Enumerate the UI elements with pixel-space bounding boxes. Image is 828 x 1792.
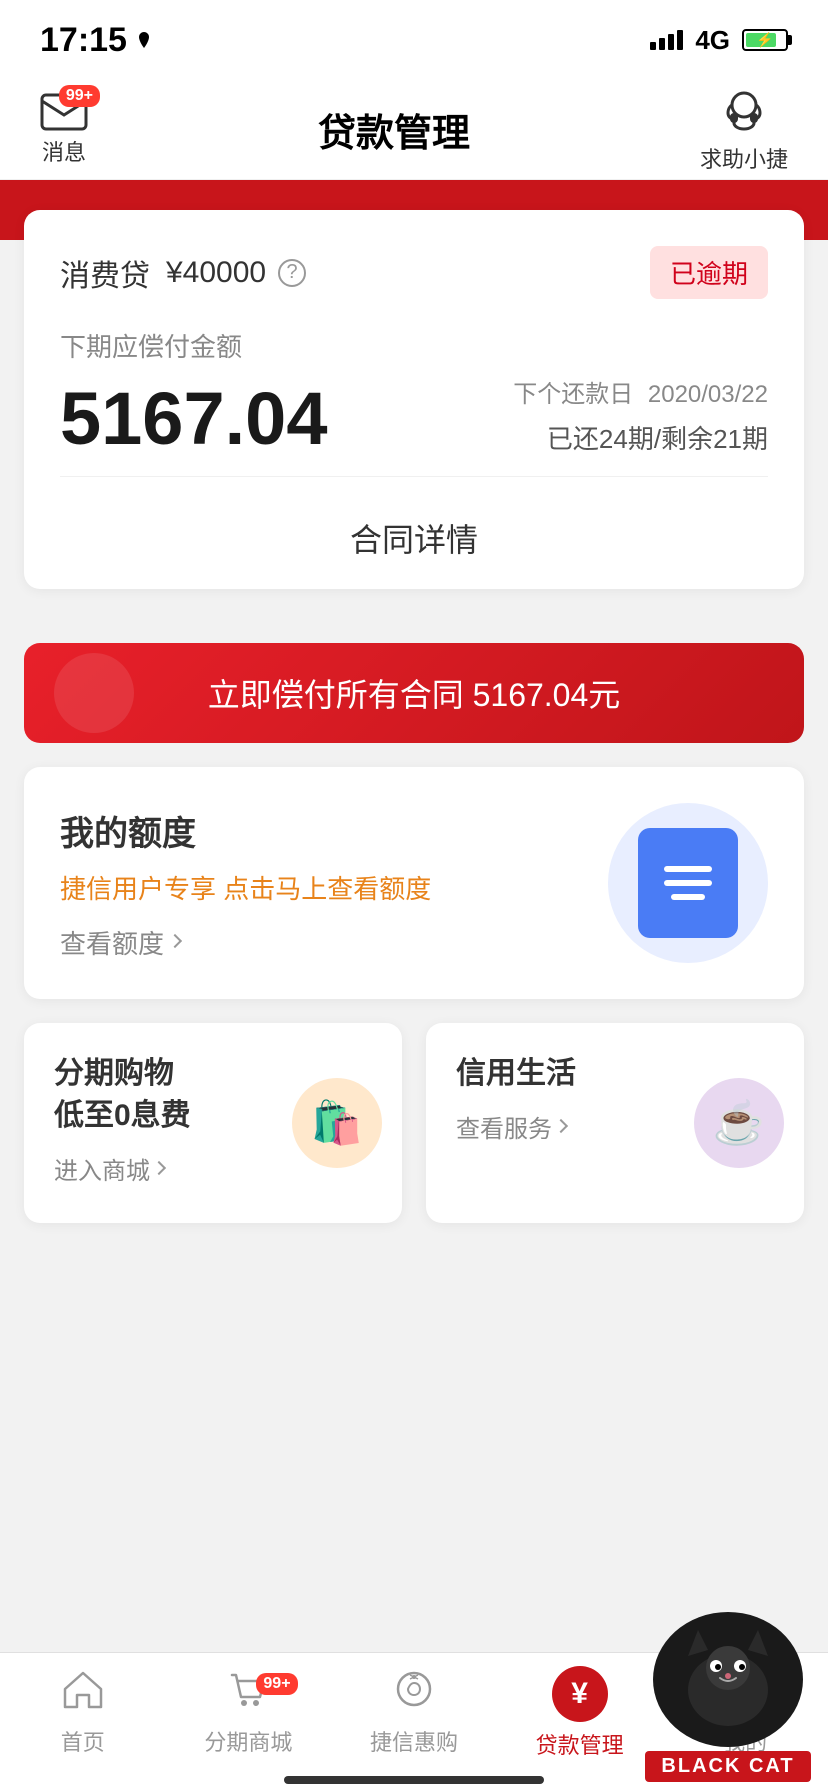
battery-icon: ⚡ (742, 29, 788, 51)
credit-subtitle: 捷信用户专享 点击马上查看额度 (60, 869, 431, 906)
cart-icon-wrapper: 99+ (226, 1669, 270, 1719)
payment-row: 5167.04 下个还款日 2020/03/22 已还24期/剩余21期 (60, 374, 768, 456)
coupon-icon (392, 1669, 436, 1719)
black-cat-watermark: BLACK CAT (628, 1592, 828, 1792)
black-cat-label: BLACK CAT (645, 1751, 810, 1782)
coffee-icon: ☕ (694, 1078, 784, 1168)
signal-bars (650, 30, 683, 50)
credit-link[interactable]: 查看额度 (60, 924, 431, 961)
network-type: 4G (695, 25, 730, 56)
home-indicator (284, 1776, 544, 1784)
main-content: 消费贷 ¥40000 ? 已逾期 下期应偿付金额 5167.04 下个还款日 2… (0, 240, 828, 1223)
cat-face-svg (668, 1620, 788, 1740)
chevron-right-icon (554, 1118, 568, 1132)
nav-item-home[interactable]: 首页 (0, 1653, 166, 1772)
periods-info: 已还24期/剩余21期 (513, 419, 768, 456)
credit-title: 我的额度 (60, 806, 431, 855)
help-label: 求助小捷 (700, 142, 788, 174)
loan-type: 消费贷 ¥40000 ? (60, 251, 306, 295)
black-cat-logo (653, 1612, 803, 1747)
overdue-badge: 已逾期 (650, 246, 768, 299)
home-icon (61, 1669, 105, 1719)
loan-card: 消费贷 ¥40000 ? 已逾期 下期应偿付金额 5167.04 下个还款日 2… (24, 210, 804, 589)
clipboard-line-2 (664, 880, 712, 886)
status-time: 17:15 (40, 21, 153, 60)
messages-badge: 99+ (59, 85, 100, 107)
credit-life-card: 信用生活 查看服务 ☕ (426, 1023, 804, 1223)
help-circle-icon[interactable]: ? (278, 259, 306, 287)
chevron-right-icon (168, 934, 182, 948)
messages-label: 消息 (42, 135, 86, 167)
nav-item-mall[interactable]: 99+ 分期商城 (166, 1653, 332, 1772)
contract-detail-button[interactable]: 合同详情 (60, 487, 768, 589)
status-bar: 17:15 4G ⚡ (0, 0, 828, 80)
help-button[interactable]: 求助小捷 (700, 85, 788, 174)
pay-all-button[interactable]: 立即偿付所有合同 5167.04元 (24, 643, 804, 743)
clipboard-line-3 (671, 894, 705, 900)
page-title: 贷款管理 (318, 102, 470, 157)
nav-label-loans: 贷款管理 (536, 1728, 624, 1760)
headset-icon (720, 85, 768, 138)
lightning-icon: ⚡ (756, 32, 773, 49)
credit-illustration (608, 803, 768, 963)
credit-limit-card: 我的额度 捷信用户专享 点击马上查看额度 查看额度 (24, 767, 804, 999)
nav-label-mall: 分期商城 (204, 1725, 292, 1757)
nav-bar: 99+ 消息 贷款管理 求助小捷 (0, 80, 828, 180)
nav-label-benefits: 捷信惠购 (370, 1725, 458, 1757)
mail-icon: 99+ (40, 93, 88, 131)
next-date: 下个还款日 2020/03/22 (513, 374, 768, 409)
shopping-bag-icon: 🛍️ (292, 1078, 382, 1168)
bottom-cards-row: 分期购物 低至0息费 进入商城 🛍️ 信用生活 查看服务 ☕ (24, 1023, 804, 1223)
status-icons: 4G ⚡ (650, 25, 788, 56)
yuan-icon: ¥ (552, 1666, 608, 1722)
payment-amount: 5167.04 (60, 382, 328, 456)
clipboard-icon (638, 828, 738, 938)
card-divider (60, 476, 768, 477)
messages-button[interactable]: 99+ 消息 (40, 93, 88, 167)
shopping-card: 分期购物 低至0息费 进入商城 🛍️ (24, 1023, 402, 1223)
location-icon (135, 31, 153, 49)
nav-label-home: 首页 (61, 1725, 105, 1757)
loan-card-header: 消费贷 ¥40000 ? 已逾期 (60, 246, 768, 299)
payment-info: 下个还款日 2020/03/22 已还24期/剩余21期 (513, 374, 768, 456)
chevron-right-icon (152, 1160, 166, 1174)
nav-item-benefits[interactable]: 捷信惠购 (331, 1653, 497, 1772)
credit-card-content: 我的额度 捷信用户专享 点击马上查看额度 查看额度 (60, 806, 431, 961)
clipboard-line-1 (664, 866, 712, 872)
cart-badge: 99+ (256, 1673, 297, 1695)
next-payment-label: 下期应偿付金额 (60, 327, 768, 364)
